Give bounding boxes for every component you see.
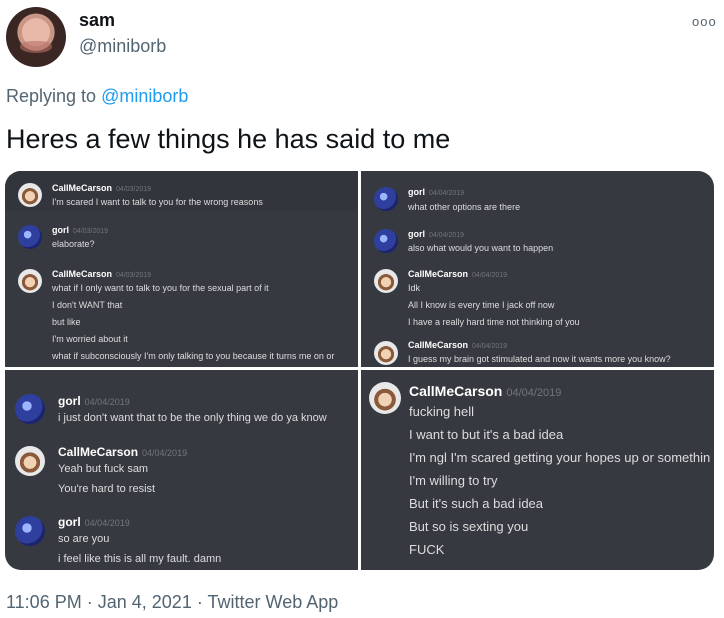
message-timestamp: 04/04/2019 (429, 190, 465, 197)
message-line: I want to but it's a bad idea (409, 427, 564, 442)
message-line: Yeah but fuck sam (58, 463, 149, 475)
message-author: CallMeCarson 04/03/2019 (52, 269, 152, 279)
message-line: also what would you want to happen (408, 243, 554, 253)
attached-image-2[interactable]: gorl 04/04/2019 what other options are th… (361, 171, 714, 367)
chat-message: CallMeCarson 04/04/2019 fucking hell I wa… (361, 378, 714, 563)
message-line: I'm scared I want to talk to you for the… (52, 197, 263, 207)
carson-avatar-icon (18, 269, 42, 293)
message-line: fucking hell (409, 404, 475, 419)
carson-avatar-icon (15, 446, 45, 476)
message-timestamp: 04/04/2019 (429, 232, 465, 239)
message-author: CallMeCarson 04/04/2019 (409, 383, 562, 399)
chat-message: CallMeCarson 04/04/2019 Yeah but fuck sam… (5, 440, 358, 500)
carson-avatar-icon (374, 341, 398, 365)
message-timestamp: 04/04/2019 (142, 448, 188, 458)
chat-message: gorl 04/04/2019 so are you i feel like th… (5, 510, 358, 570)
message-line: I don't WANT that (52, 300, 123, 310)
chat-message: CallMeCarson 04/03/2019 I'm scared I want… (5, 171, 358, 211)
message-line: elaborate? (52, 239, 95, 249)
more-options-icon[interactable]: ooo (692, 14, 717, 29)
message-timestamp: 04/03/2019 (73, 228, 109, 235)
message-line: but like (52, 317, 81, 327)
attached-images-grid: CallMeCarson 04/03/2019 I'm scared I want… (5, 171, 714, 570)
chat-message: gorl 04/03/2019 elaborate? (5, 219, 358, 255)
replying-to-label: Replying to (6, 86, 97, 106)
message-author: CallMeCarson 04/04/2019 (58, 445, 188, 459)
message-line: so are you (58, 533, 110, 545)
gorl-avatar-icon (18, 225, 42, 249)
chat-message: CallMeCarson 04/03/2019 what if I only wa… (5, 263, 358, 367)
username-handle[interactable]: @miniborb (79, 36, 166, 57)
message-timestamp: 04/04/2019 (506, 387, 562, 399)
message-line: But so is sexting you (409, 519, 529, 534)
gorl-avatar-icon (15, 394, 45, 424)
message-line: You're hard to resist (58, 483, 156, 495)
attached-image-3[interactable]: gorl 04/04/2019 i just don't want that to… (5, 370, 358, 570)
meta-separator: · (196, 592, 203, 612)
message-author: gorl 04/04/2019 (58, 515, 130, 529)
message-line: what if subconsciously I'm only talking … (52, 351, 335, 361)
message-timestamp: 04/04/2019 (84, 397, 130, 407)
message-author: gorl 04/03/2019 (52, 225, 109, 235)
message-timestamp: 04/03/2019 (116, 272, 152, 279)
message-author: CallMeCarson 04/03/2019 (52, 183, 152, 193)
chat-message: CallMeCarson 04/04/2019 I guess my brain … (361, 335, 714, 367)
message-line: I'm willing to try (409, 473, 498, 488)
message-line: i feel like this is all my fault. damn (58, 553, 222, 565)
message-author: gorl 04/04/2019 (408, 187, 465, 197)
tweet-date[interactable]: Jan 4, 2021 (98, 592, 192, 612)
gorl-avatar-icon (374, 187, 398, 211)
attached-image-1[interactable]: CallMeCarson 04/03/2019 I'm scared I want… (5, 171, 358, 367)
attached-image-4[interactable]: CallMeCarson 04/04/2019 fucking hell I wa… (361, 370, 714, 570)
message-line: All I know is every time I jack off now (408, 300, 555, 310)
message-line: I'm worried about it (52, 334, 128, 344)
meta-separator: · (86, 592, 93, 612)
message-line: i just don't want that to be the only th… (58, 412, 327, 424)
message-author: CallMeCarson 04/04/2019 (408, 340, 508, 350)
gorl-avatar-icon (15, 516, 45, 546)
gorl-avatar-icon (374, 229, 398, 253)
message-author: gorl 04/04/2019 (58, 394, 130, 408)
carson-avatar-icon (374, 269, 398, 293)
message-timestamp: 04/04/2019 (472, 272, 508, 279)
carson-avatar-icon (18, 183, 42, 207)
chat-message: gorl 04/04/2019 what other options are th… (361, 181, 714, 217)
tweet-meta: 11:06 PM · Jan 4, 2021 · Twitter Web App (6, 592, 338, 613)
message-line: I have a really hard time not thinking o… (408, 317, 580, 327)
message-line: I'm ngl I'm scared getting your hopes up… (409, 450, 711, 465)
message-timestamp: 04/04/2019 (84, 518, 130, 528)
message-line: FUCK (409, 542, 445, 557)
replying-to-mention[interactable]: @miniborb (101, 86, 188, 106)
profile-avatar[interactable] (6, 7, 66, 67)
message-timestamp: 04/04/2019 (472, 343, 508, 350)
chat-message: gorl 04/04/2019 i just don't want that to… (5, 386, 358, 430)
message-line: But it's such a bad idea (409, 496, 544, 511)
message-line: what if I only want to talk to you for t… (52, 283, 269, 293)
tweet-text: Heres a few things he has said to me (6, 124, 451, 154)
tweet-time[interactable]: 11:06 PM (6, 592, 82, 612)
replying-to: Replying to @miniborb (6, 86, 188, 107)
message-line: what other options are there (408, 202, 521, 212)
tweet-source[interactable]: Twitter Web App (208, 592, 339, 612)
message-line: Idk (408, 283, 421, 293)
message-author: gorl 04/04/2019 (408, 229, 465, 239)
message-timestamp: 04/03/2019 (116, 186, 152, 193)
display-name[interactable]: sam (79, 10, 115, 31)
carson-avatar-icon (369, 382, 401, 414)
message-author: CallMeCarson 04/04/2019 (408, 269, 508, 279)
chat-message: gorl 04/04/2019 also what would you want … (361, 223, 714, 259)
message-line: I guess my brain got stimulated and now … (408, 354, 671, 364)
chat-message: CallMeCarson 04/04/2019 Idk All I know is… (361, 263, 714, 333)
